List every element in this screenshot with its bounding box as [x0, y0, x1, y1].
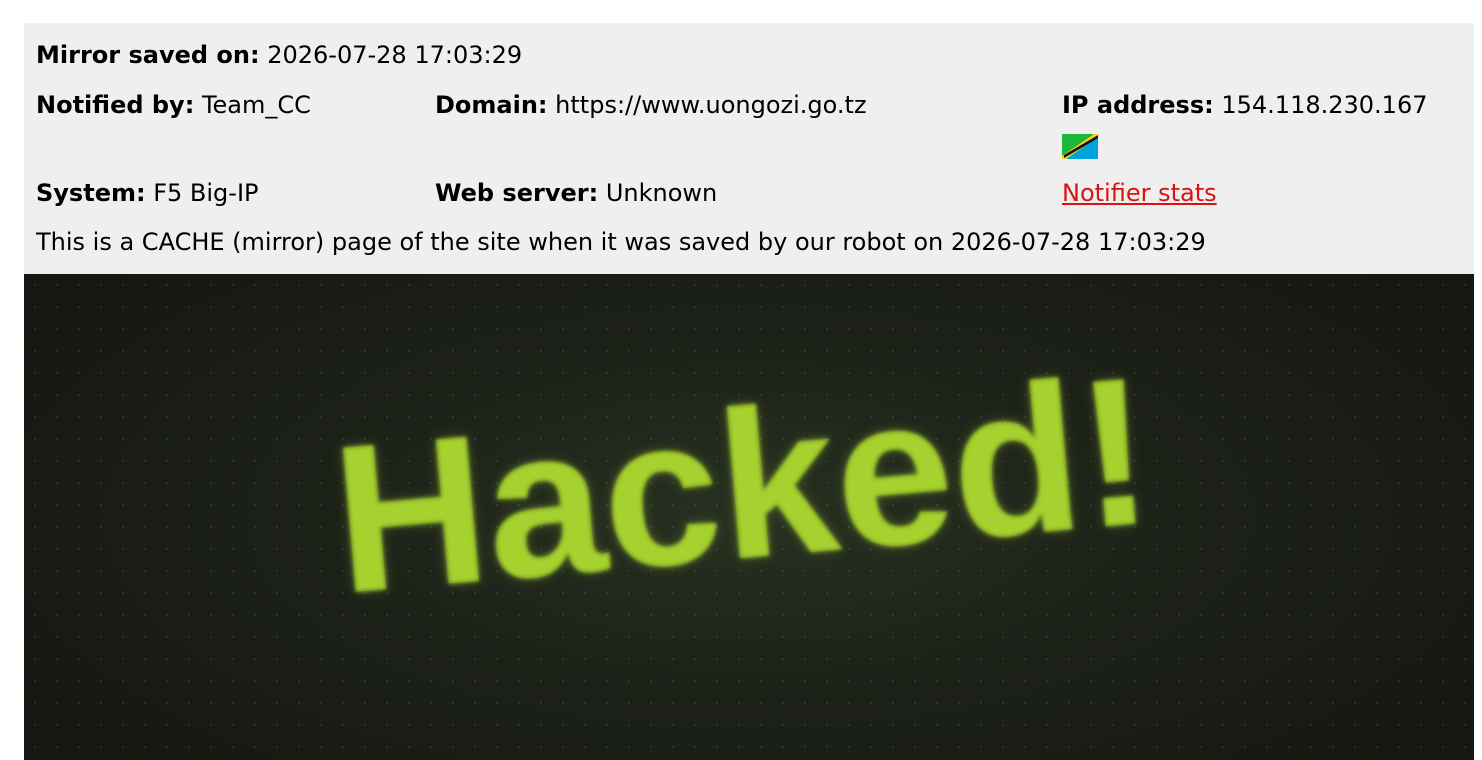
- system-value: F5 Big-IP: [153, 179, 259, 207]
- mirrored-page-view: Hacked! Hacked!: [24, 274, 1474, 760]
- notified-by-value: Team_CC: [201, 91, 311, 119]
- notifier-stats-row: Notifier stats: [1062, 181, 1217, 205]
- tanzania-flag-icon: [1062, 134, 1098, 159]
- mirror-saved-value: 2026-07-28 17:03:29: [267, 41, 523, 69]
- notifier-stats-link[interactable]: Notifier stats: [1062, 179, 1217, 207]
- ip-address-label: IP address:: [1062, 91, 1214, 119]
- web-server-row: Web server: Unknown: [435, 181, 717, 205]
- mirror-info-panel: Mirror saved on: 2026-07-28 17:03:29 Not…: [24, 23, 1474, 274]
- page: Mirror saved on: 2026-07-28 17:03:29 Not…: [0, 0, 1482, 760]
- domain-label: Domain:: [435, 91, 548, 119]
- notified-by-label: Notified by:: [36, 91, 195, 119]
- cache-notice: This is a CACHE (mirror) page of the sit…: [36, 228, 1206, 256]
- domain-row: Domain: https://www.uongozi.go.tz: [435, 93, 867, 117]
- domain-value: https://www.uongozi.go.tz: [555, 91, 867, 119]
- mirror-saved-label: Mirror saved on:: [36, 41, 260, 69]
- hacked-banner: Hacked! Hacked!: [325, 332, 1159, 637]
- system-label: System:: [36, 179, 146, 207]
- notified-by-row: Notified by: Team_CC: [36, 93, 311, 117]
- web-server-value: Unknown: [605, 179, 718, 207]
- mirror-saved-row: Mirror saved on: 2026-07-28 17:03:29: [36, 43, 522, 67]
- ip-address-value: 154.118.230.167: [1221, 91, 1428, 119]
- system-row: System: F5 Big-IP: [36, 181, 259, 205]
- hacked-headline-glow: Hacked!: [325, 332, 1159, 637]
- web-server-label: Web server:: [435, 179, 599, 207]
- ip-address-row: IP address: 154.118.230.167: [1062, 93, 1427, 117]
